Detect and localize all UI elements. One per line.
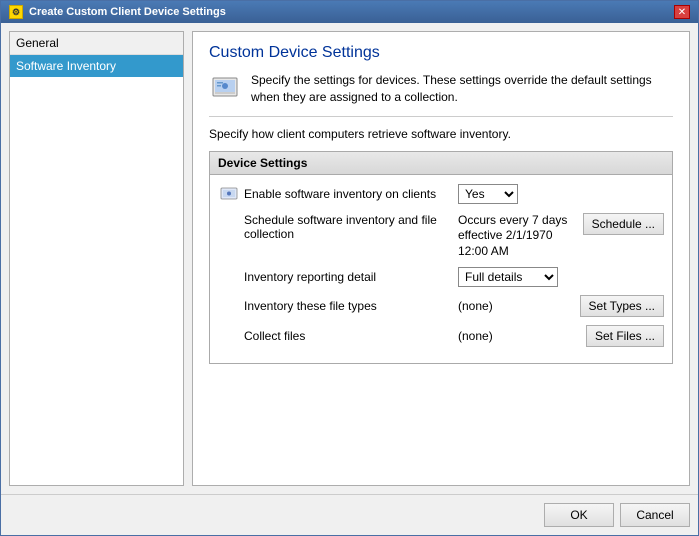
settings-icon [209,72,241,104]
detail-row: Inventory reporting detail Full details … [218,267,664,287]
window-icon: ⚙ [9,5,23,19]
detail-control: Full details Product only [458,267,558,287]
schedule-button[interactable]: Schedule ... [583,213,664,235]
enable-row-icon [218,183,240,205]
page-title: Custom Device Settings [209,44,673,62]
sidebar-general-label: General [10,32,183,55]
sidebar-item-software-inventory[interactable]: Software Inventory [10,55,183,77]
sub-description: Specify how client computers retrieve so… [209,127,673,141]
device-settings-content: Enable software inventory on clients Yes… [210,175,672,364]
enable-inventory-row: Enable software inventory on clients Yes… [218,183,664,205]
cancel-button[interactable]: Cancel [620,503,690,527]
device-settings-box: Device Settings Enable software inventor… [209,151,673,365]
description-block: Specify the settings for devices. These … [209,72,673,117]
detail-select[interactable]: Full details Product only [458,267,558,287]
device-settings-header: Device Settings [210,152,672,175]
close-button[interactable]: ✕ [674,5,690,19]
schedule-row: Schedule software inventory and file col… [218,213,664,260]
ok-button[interactable]: OK [544,503,614,527]
title-bar: ⚙ Create Custom Client Device Settings ✕ [1,1,698,23]
collectfiles-row: Collect files (none) Set Files ... [218,325,664,347]
detail-label: Inventory reporting detail [244,270,454,284]
filetypes-label: Inventory these file types [244,299,454,313]
enable-select[interactable]: Yes No [458,184,518,204]
window-body: General Software Inventory Custom Device… [1,23,698,494]
enable-control: Yes No [458,184,518,204]
enable-label: Enable software inventory on clients [244,187,454,201]
main-panel: Custom Device Settings Specify the setti… [192,31,690,486]
filetypes-row: Inventory these file types (none) Set Ty… [218,295,664,317]
window-title: Create Custom Client Device Settings [29,6,226,18]
set-files-button[interactable]: Set Files ... [586,325,664,347]
collectfiles-label: Collect files [244,329,454,343]
description-text: Specify the settings for devices. These … [251,72,673,106]
footer: OK Cancel [1,494,698,535]
title-bar-content: ⚙ Create Custom Client Device Settings [9,5,226,19]
set-types-button[interactable]: Set Types ... [580,295,664,317]
collectfiles-value: (none) [458,329,582,343]
main-window: ⚙ Create Custom Client Device Settings ✕… [0,0,699,536]
filetypes-value: (none) [458,299,576,313]
schedule-label: Schedule software inventory and file col… [244,213,454,241]
schedule-value: Occurs every 7 days effective 2/1/1970 1… [458,213,579,260]
sidebar: General Software Inventory [9,31,184,486]
